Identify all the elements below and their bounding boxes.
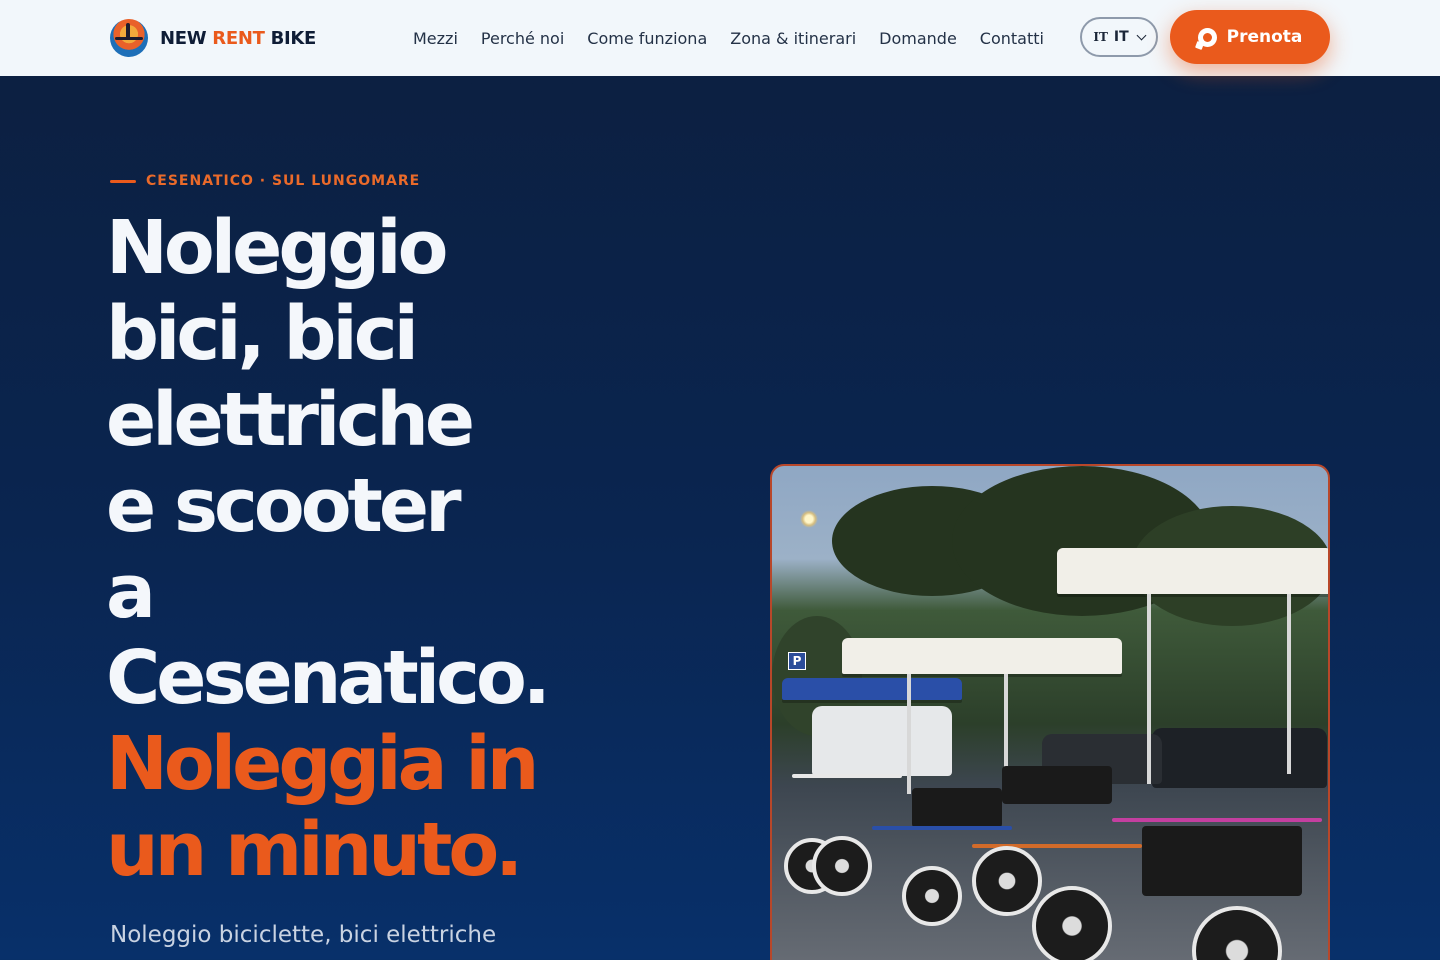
- hero-headline: Noleggio bici, bici elettriche e scooter…: [106, 205, 606, 893]
- canopy-pole: [1287, 594, 1291, 774]
- hero-subtitle: Noleggio biciclette, bici elettriche: [110, 922, 497, 948]
- white-van: [812, 706, 952, 776]
- headline-line: Noleggio: [106, 205, 448, 291]
- eyebrow-divider: [110, 179, 136, 183]
- nav-item-come-funziona[interactable]: Come funziona: [587, 29, 707, 48]
- canopy-pole: [1147, 594, 1151, 784]
- language-code: IT: [1113, 29, 1129, 45]
- brand-name: NEW RENT BIKE: [160, 27, 317, 49]
- chevron-down-icon: [1136, 30, 1147, 40]
- white-canopy: [1057, 548, 1328, 594]
- nav-item-mezzi[interactable]: Mezzi: [413, 29, 458, 48]
- eyebrow-text: CESENATICO · SUL LUNGOMARE: [146, 173, 421, 189]
- bike-wheel: [1032, 886, 1112, 960]
- bike-seat: [912, 788, 1002, 828]
- nav-item-perche-noi[interactable]: Perché noi: [481, 29, 564, 48]
- bike-frame: [872, 826, 1012, 830]
- parked-car: [1152, 728, 1327, 788]
- hero-eyebrow: CESENATICO · SUL LUNGOMARE: [110, 173, 420, 189]
- headline-accent-line: un minuto.: [106, 807, 523, 893]
- bike-wheel: [902, 866, 962, 926]
- main-nav: Mezzi Perché noi Come funziona Zona & it…: [413, 0, 1044, 76]
- book-button[interactable]: Prenota: [1170, 10, 1330, 64]
- palm-sunset-logo-icon: [110, 19, 148, 57]
- whatsapp-icon: [1197, 27, 1217, 47]
- headline-line: bici, bici: [106, 291, 419, 377]
- bike-seat: [1142, 826, 1302, 896]
- parking-sign: P: [788, 652, 806, 670]
- bike-seat: [1002, 766, 1112, 804]
- bike-wheel: [1192, 906, 1282, 960]
- street-lamp-glow: [800, 510, 818, 528]
- site-header: NEW RENT BIKE Mezzi Perché noi Come funz…: [0, 0, 1440, 76]
- nav-item-contatti[interactable]: Contatti: [980, 29, 1044, 48]
- blue-canopy: [782, 678, 962, 700]
- headline-line: a: [106, 549, 156, 635]
- bike-frame: [792, 774, 902, 778]
- hero-photo-quadricycles: P: [770, 464, 1330, 960]
- language-selector[interactable]: IT IT: [1080, 17, 1158, 57]
- headline-line: e scooter: [106, 463, 462, 549]
- headline-line: elettriche: [106, 377, 475, 463]
- bike-wheel: [972, 846, 1042, 916]
- italy-flag-icon: IT: [1093, 30, 1108, 44]
- white-canopy: [842, 638, 1122, 674]
- bike-frame: [1112, 818, 1322, 822]
- nav-item-zona-itinerari[interactable]: Zona & itinerari: [730, 29, 856, 48]
- bike-wheel: [812, 836, 872, 896]
- brand-logo-link[interactable]: NEW RENT BIKE: [110, 18, 316, 58]
- headline-line: Cesenatico.: [106, 635, 551, 721]
- nav-item-domande[interactable]: Domande: [879, 29, 957, 48]
- book-button-label: Prenota: [1226, 27, 1303, 47]
- canopy-pole: [907, 674, 911, 794]
- headline-accent-line: Noleggia in: [106, 721, 539, 807]
